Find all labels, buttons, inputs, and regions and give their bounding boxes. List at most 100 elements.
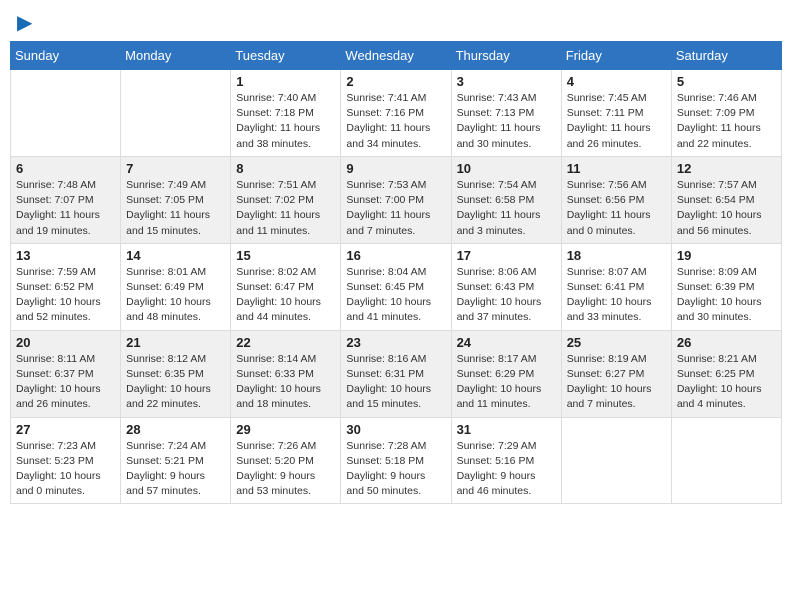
day-number: 21 (126, 335, 225, 350)
weekday-header-thursday: Thursday (451, 42, 561, 70)
day-number: 17 (457, 248, 556, 263)
calendar-week-row: 20Sunrise: 8:11 AM Sunset: 6:37 PM Dayli… (11, 330, 782, 417)
day-number: 2 (346, 74, 445, 89)
day-number: 7 (126, 161, 225, 176)
day-info: Sunrise: 8:12 AM Sunset: 6:35 PM Dayligh… (126, 352, 225, 413)
weekday-header-wednesday: Wednesday (341, 42, 451, 70)
day-info: Sunrise: 8:02 AM Sunset: 6:47 PM Dayligh… (236, 265, 335, 326)
calendar-cell: 12 Sunrise: 7:57 AM Sunset: 6:54 PM Dayli… (671, 156, 781, 243)
calendar-cell: 2 Sunrise: 7:41 AM Sunset: 7:16 PM Daylig… (341, 70, 451, 157)
calendar-cell: 18Sunrise: 8:07 AM Sunset: 6:41 PM Dayli… (561, 243, 671, 330)
calendar-cell: 17 Sunrise: 8:06 AM Sunset: 6:43 PM Dayli… (451, 243, 561, 330)
day-info: Sunrise: 7:48 AM Sunset: 7:07 PM Dayligh… (16, 178, 115, 239)
day-info: Sunrise: 8:01 AM Sunset: 6:49 PM Dayligh… (126, 265, 225, 326)
calendar-cell: 5 Sunrise: 7:46 AM Sunset: 7:09 PM Daylig… (671, 70, 781, 157)
day-number: 25 (567, 335, 666, 350)
day-number: 14 (126, 248, 225, 263)
calendar-cell: 26 Sunrise: 8:21 AM Sunset: 6:25 PM Dayli… (671, 330, 781, 417)
calendar-week-row: 1Sunrise: 7:40 AM Sunset: 7:18 PM Daylig… (11, 70, 782, 157)
day-info: Sunrise: 7:45 AM Sunset: 7:11 PM Dayligh… (567, 91, 666, 152)
day-number: 24 (457, 335, 556, 350)
day-info: Sunrise: 8:14 AM Sunset: 6:33 PM Dayligh… (236, 352, 335, 413)
day-number: 10 (457, 161, 556, 176)
calendar-cell: 23 Sunrise: 8:16 AM Sunset: 6:31 PM Dayli… (341, 330, 451, 417)
calendar-cell: 8 Sunrise: 7:51 AM Sunset: 7:02 PM Daylig… (231, 156, 341, 243)
calendar-cell (561, 417, 671, 504)
day-info: Sunrise: 8:04 AM Sunset: 6:45 PM Dayligh… (346, 265, 445, 326)
calendar-cell: 10 Sunrise: 7:54 AM Sunset: 6:58 PM Dayli… (451, 156, 561, 243)
calendar-table: SundayMondayTuesdayWednesdayThursdayFrid… (10, 41, 782, 504)
calendar-cell: 7 Sunrise: 7:49 AM Sunset: 7:05 PM Daylig… (121, 156, 231, 243)
day-number: 15 (236, 248, 335, 263)
day-info: Sunrise: 7:41 AM Sunset: 7:16 PM Dayligh… (346, 91, 445, 152)
day-number: 16 (346, 248, 445, 263)
day-info: Sunrise: 8:16 AM Sunset: 6:31 PM Dayligh… (346, 352, 445, 413)
day-info: Sunrise: 8:17 AM Sunset: 6:29 PM Dayligh… (457, 352, 556, 413)
day-info: Sunrise: 7:43 AM Sunset: 7:13 PM Dayligh… (457, 91, 556, 152)
calendar-cell: 9Sunrise: 7:53 AM Sunset: 7:00 PM Daylig… (341, 156, 451, 243)
day-number: 18 (567, 248, 666, 263)
day-number: 5 (677, 74, 776, 89)
day-number: 11 (567, 161, 666, 176)
day-info: Sunrise: 7:26 AM Sunset: 5:20 PM Dayligh… (236, 439, 335, 500)
day-number: 26 (677, 335, 776, 350)
calendar-cell: 3 Sunrise: 7:43 AM Sunset: 7:13 PM Daylig… (451, 70, 561, 157)
page-header: ▶ (10, 10, 782, 33)
day-info: Sunrise: 7:57 AM Sunset: 6:54 PM Dayligh… (677, 178, 776, 239)
calendar-cell (671, 417, 781, 504)
day-number: 3 (457, 74, 556, 89)
day-info: Sunrise: 8:09 AM Sunset: 6:39 PM Dayligh… (677, 265, 776, 326)
calendar-cell: 30Sunrise: 7:28 AM Sunset: 5:18 PM Dayli… (341, 417, 451, 504)
day-info: Sunrise: 7:28 AM Sunset: 5:18 PM Dayligh… (346, 439, 445, 500)
day-info: Sunrise: 7:29 AM Sunset: 5:16 PM Dayligh… (457, 439, 556, 500)
day-info: Sunrise: 7:54 AM Sunset: 6:58 PM Dayligh… (457, 178, 556, 239)
weekday-header-sunday: Sunday (11, 42, 121, 70)
day-number: 4 (567, 74, 666, 89)
day-info: Sunrise: 7:49 AM Sunset: 7:05 PM Dayligh… (126, 178, 225, 239)
calendar-cell: 4 Sunrise: 7:45 AM Sunset: 7:11 PM Daylig… (561, 70, 671, 157)
calendar-week-row: 13Sunrise: 7:59 AM Sunset: 6:52 PM Dayli… (11, 243, 782, 330)
calendar-cell: 19 Sunrise: 8:09 AM Sunset: 6:39 PM Dayli… (671, 243, 781, 330)
day-info: Sunrise: 8:19 AM Sunset: 6:27 PM Dayligh… (567, 352, 666, 413)
calendar-cell: 28 Sunrise: 7:24 AM Sunset: 5:21 PM Dayli… (121, 417, 231, 504)
calendar-cell: 25 Sunrise: 8:19 AM Sunset: 6:27 PM Dayli… (561, 330, 671, 417)
day-number: 28 (126, 422, 225, 437)
calendar-cell: 13Sunrise: 7:59 AM Sunset: 6:52 PM Dayli… (11, 243, 121, 330)
calendar-cell: 31 Sunrise: 7:29 AM Sunset: 5:16 PM Dayli… (451, 417, 561, 504)
logo-bird-icon: ▶ (17, 10, 32, 35)
calendar-cell: 22Sunrise: 8:14 AM Sunset: 6:33 PM Dayli… (231, 330, 341, 417)
calendar-cell: 14 Sunrise: 8:01 AM Sunset: 6:49 PM Dayli… (121, 243, 231, 330)
day-info: Sunrise: 7:51 AM Sunset: 7:02 PM Dayligh… (236, 178, 335, 239)
day-info: Sunrise: 7:23 AM Sunset: 5:23 PM Dayligh… (16, 439, 115, 500)
day-number: 8 (236, 161, 335, 176)
calendar-week-row: 6 Sunrise: 7:48 AM Sunset: 7:07 PM Daylig… (11, 156, 782, 243)
day-info: Sunrise: 7:56 AM Sunset: 6:56 PM Dayligh… (567, 178, 666, 239)
calendar-cell: 21 Sunrise: 8:12 AM Sunset: 6:35 PM Dayli… (121, 330, 231, 417)
weekday-header-monday: Monday (121, 42, 231, 70)
day-number: 27 (16, 422, 115, 437)
calendar-cell (11, 70, 121, 157)
calendar-cell: 6 Sunrise: 7:48 AM Sunset: 7:07 PM Daylig… (11, 156, 121, 243)
calendar-cell: 20Sunrise: 8:11 AM Sunset: 6:37 PM Dayli… (11, 330, 121, 417)
day-number: 13 (16, 248, 115, 263)
day-info: Sunrise: 7:24 AM Sunset: 5:21 PM Dayligh… (126, 439, 225, 500)
weekday-header-friday: Friday (561, 42, 671, 70)
day-info: Sunrise: 8:06 AM Sunset: 6:43 PM Dayligh… (457, 265, 556, 326)
calendar-cell: 11 Sunrise: 7:56 AM Sunset: 6:56 PM Dayli… (561, 156, 671, 243)
calendar-cell: 24 Sunrise: 8:17 AM Sunset: 6:29 PM Dayli… (451, 330, 561, 417)
day-info: Sunrise: 7:46 AM Sunset: 7:09 PM Dayligh… (677, 91, 776, 152)
day-number: 12 (677, 161, 776, 176)
day-number: 31 (457, 422, 556, 437)
calendar-cell: 16 Sunrise: 8:04 AM Sunset: 6:45 PM Dayli… (341, 243, 451, 330)
day-info: Sunrise: 8:21 AM Sunset: 6:25 PM Dayligh… (677, 352, 776, 413)
day-info: Sunrise: 8:11 AM Sunset: 6:37 PM Dayligh… (16, 352, 115, 413)
day-number: 19 (677, 248, 776, 263)
day-number: 23 (346, 335, 445, 350)
weekday-header-tuesday: Tuesday (231, 42, 341, 70)
calendar-cell: 27 Sunrise: 7:23 AM Sunset: 5:23 PM Dayli… (11, 417, 121, 504)
calendar-header-row: SundayMondayTuesdayWednesdayThursdayFrid… (11, 42, 782, 70)
calendar-week-row: 27 Sunrise: 7:23 AM Sunset: 5:23 PM Dayli… (11, 417, 782, 504)
day-number: 1 (236, 74, 335, 89)
day-number: 9 (346, 161, 445, 176)
day-number: 6 (16, 161, 115, 176)
